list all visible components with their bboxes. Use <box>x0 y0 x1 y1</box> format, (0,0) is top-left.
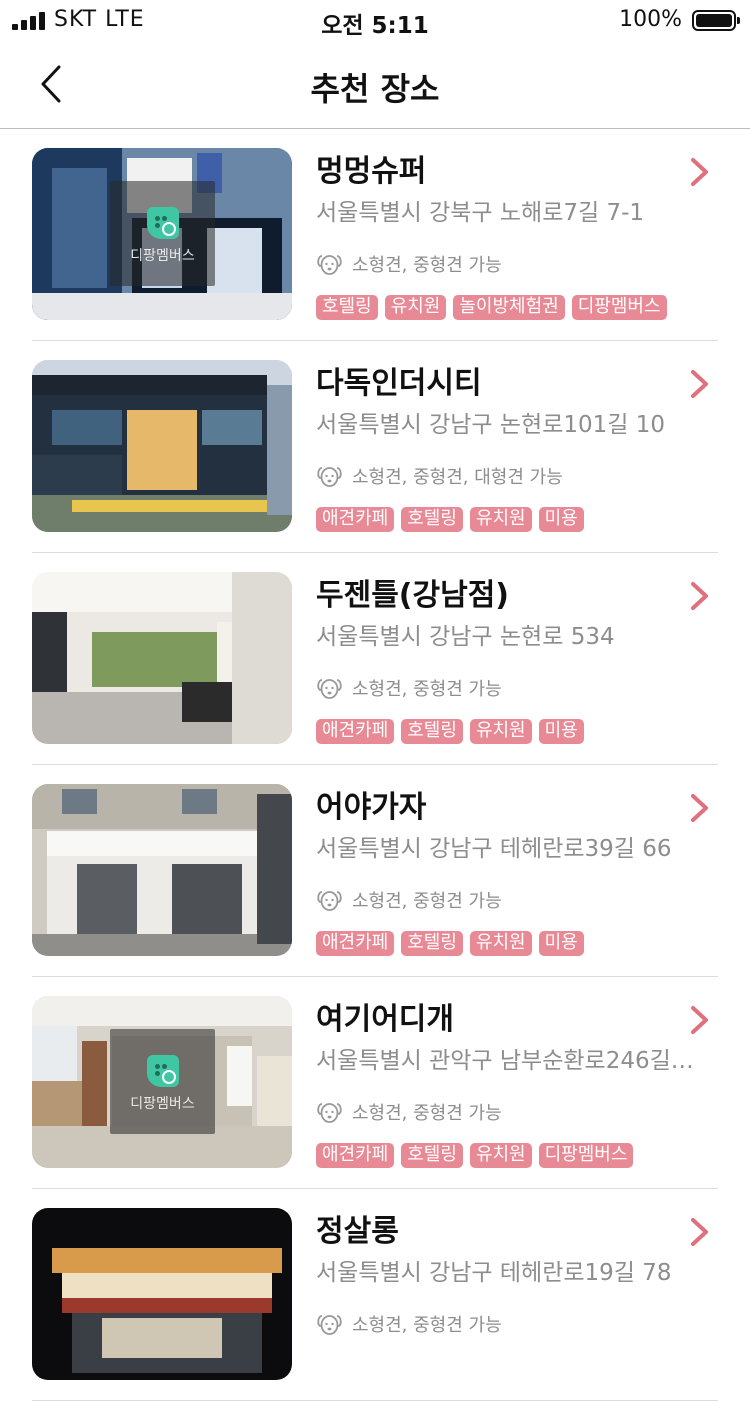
place-address: 서울특별시 강남구 테헤란로19길 78 <box>316 1260 672 1286</box>
dog-size-info: 소형견, 중형견 가능 <box>316 675 502 701</box>
chevron-right-icon <box>691 1218 708 1246</box>
place-address: 서울특별시 강남구 논현로 534 <box>316 624 615 650</box>
chevron-right-icon <box>691 1006 708 1034</box>
place-name: 다독인더시티 <box>316 366 482 401</box>
tag: 애견카페 <box>316 507 395 532</box>
place-address: 서울특별시 강남구 테헤란로39길 66 <box>316 836 672 862</box>
tag: 유치원 <box>469 719 532 744</box>
dog-face-icon <box>317 890 342 911</box>
tag-list: 애견카페 호텔링 유치원 미용 <box>316 507 584 532</box>
place-item-4[interactable]: 디팡멤버스 여기어디개 서울특별시 관악구 남부순환로246길… 소형견, 중형… <box>0 977 750 1189</box>
tag: 미용 <box>538 931 584 956</box>
dog-face-icon <box>317 466 342 487</box>
tag: 호텔링 <box>401 1143 463 1168</box>
tag-list: 애견카페 호텔링 유치원 디팡멤버스 <box>316 1143 634 1168</box>
place-photo <box>32 784 292 956</box>
dog-size-info: 소형견, 중형견 가능 <box>316 1099 502 1125</box>
page-title: 추천 장소 <box>310 70 440 108</box>
dog-size-text: 소형견, 중형견 가능 <box>352 891 502 912</box>
tag: 미용 <box>538 719 584 744</box>
place-name: 여기어디개 <box>316 1002 454 1037</box>
chevron-right-icon <box>691 794 708 822</box>
dog-face-icon <box>317 1314 342 1335</box>
place-item-5[interactable]: 정살롱 서울특별시 강남구 테헤란로19길 78 소형견, 중형견 가능 <box>0 1189 750 1401</box>
tag: 유치원 <box>469 1143 532 1168</box>
tag-list: 애견카페 호텔링 유치원 미용 <box>316 931 584 956</box>
dog-size-text: 소형견, 중형견 가능 <box>352 1315 502 1336</box>
place-name: 정살롱 <box>316 1214 399 1249</box>
tag: 디팡멤버스 <box>538 1143 634 1168</box>
chevron-right-icon <box>691 370 708 398</box>
tag: 유치원 <box>469 507 532 532</box>
tag: 호텔링 <box>401 507 463 532</box>
navigation-bar: 추천 장소 <box>0 44 750 129</box>
tag: 미용 <box>538 507 584 532</box>
place-photo <box>32 1208 292 1380</box>
tag: 놀이방체험권 <box>453 295 565 320</box>
dog-face-icon <box>317 254 342 275</box>
place-item-0[interactable]: 디팡멤버스 멍멍슈퍼 서울특별시 강북구 노해로7길 7-1 소형견, 중형견 … <box>0 129 750 341</box>
place-address: 서울특별시 관악구 남부순환로246길… <box>316 1048 694 1074</box>
chevron-right-icon <box>691 582 708 610</box>
place-item-2[interactable]: 두젠틀(강남점) 서울특별시 강남구 논현로 534 소형견, 중형견 가능 애… <box>0 553 750 765</box>
tag: 디팡멤버스 <box>571 295 667 320</box>
place-item-1[interactable]: 다독인더시티 서울특별시 강남구 논현로101길 10 소형견, 중형견, 대형… <box>0 341 750 553</box>
tag: 호텔링 <box>401 719 463 744</box>
tag: 애견카페 <box>316 719 395 744</box>
place-name: 멍멍슈퍼 <box>316 154 427 189</box>
place-address: 서울특별시 강남구 논현로101길 10 <box>316 412 666 438</box>
place-photo <box>32 572 292 744</box>
tag: 호텔링 <box>316 295 378 320</box>
dog-face-icon <box>317 1102 342 1123</box>
battery-percent: 100% <box>619 7 682 32</box>
dog-face-icon <box>317 678 342 699</box>
dog-size-info: 소형견, 중형견 가능 <box>316 887 502 913</box>
tag-list: 호텔링 유치원 놀이방체험권 디팡멤버스 <box>316 295 667 320</box>
place-address: 서울특별시 강북구 노해로7길 7-1 <box>316 200 645 226</box>
tag: 호텔링 <box>401 931 463 956</box>
dog-size-info: 소형견, 중형견 가능 <box>316 251 502 277</box>
dog-size-text: 소형견, 중형견 가능 <box>352 255 502 276</box>
status-bar: SKT LTE 오전 5:11 100% <box>0 0 750 44</box>
tag: 애견카페 <box>316 1143 395 1168</box>
battery-icon <box>692 10 740 31</box>
dog-size-text: 소형견, 중형견, 대형견 가능 <box>352 467 563 488</box>
tag-list: 애견카페 호텔링 유치원 미용 <box>316 719 584 744</box>
place-name: 두젠틀(강남점) <box>316 578 510 613</box>
place-item-3[interactable]: 어야가자 서울특별시 강남구 테헤란로39길 66 소형견, 중형견 가능 애견… <box>0 765 750 977</box>
tag: 유치원 <box>384 295 447 320</box>
dog-size-text: 소형견, 중형견 가능 <box>352 1103 502 1124</box>
difang-logo-icon <box>146 1055 179 1087</box>
place-list: 디팡멤버스 멍멍슈퍼 서울특별시 강북구 노해로7길 7-1 소형견, 중형견 … <box>0 129 750 1401</box>
place-name: 어야가자 <box>316 790 427 825</box>
member-badge: 디팡멤버스 <box>110 181 215 286</box>
member-badge: 디팡멤버스 <box>110 1029 215 1134</box>
dog-size-text: 소형견, 중형견 가능 <box>352 679 502 700</box>
difang-logo-icon <box>146 207 179 239</box>
tag: 애견카페 <box>316 931 395 956</box>
tag: 유치원 <box>469 931 532 956</box>
dog-size-info: 소형견, 중형견 가능 <box>316 1311 502 1337</box>
chevron-right-icon <box>691 158 708 186</box>
place-photo <box>32 360 292 532</box>
dog-size-info: 소형견, 중형견, 대형견 가능 <box>316 463 563 489</box>
